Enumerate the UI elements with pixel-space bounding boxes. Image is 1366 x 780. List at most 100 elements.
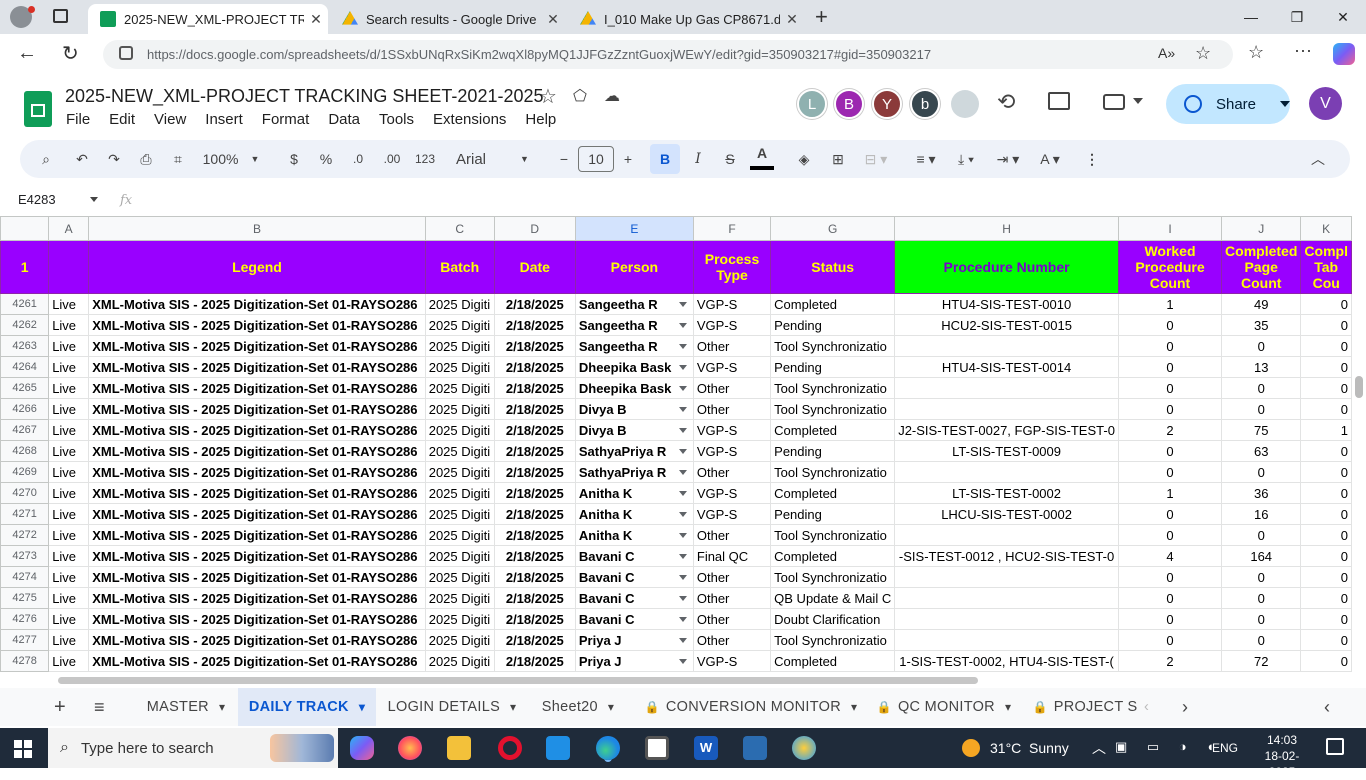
cell-b[interactable]: XML-Motiva SIS - 2025 Digitization-Set 0… (88, 461, 426, 483)
document-title[interactable]: 2025-NEW_XML-PROJECT TRACKING SHEET-2021… (65, 86, 544, 107)
cell-f[interactable]: Other (692, 608, 772, 630)
cell-i[interactable]: 1 (1117, 482, 1223, 504)
row-number[interactable]: 4269 (0, 461, 50, 483)
row-number[interactable]: 4263 (0, 335, 50, 357)
collapse-toolbar-icon[interactable]: ︿ (1306, 140, 1330, 178)
cell-a[interactable]: Live (48, 440, 90, 462)
new-tab-icon[interactable]: + (815, 4, 828, 30)
cell-c[interactable]: 2025 Digiti (424, 545, 495, 567)
mail-icon[interactable] (546, 736, 570, 760)
cell-d[interactable]: 2/18/2025 (493, 629, 576, 651)
cell-j[interactable]: 0 (1221, 461, 1302, 483)
share-dropdown-icon[interactable] (1280, 101, 1290, 107)
cell-i[interactable]: 0 (1117, 566, 1223, 588)
cell-c[interactable]: 2025 Digiti (424, 461, 495, 483)
cell-e[interactable]: Sangeetha R (574, 335, 694, 357)
cell-b[interactable]: XML-Motiva SIS - 2025 Digitization-Set 0… (88, 377, 426, 399)
cell-a[interactable]: Live (48, 650, 90, 672)
sheet-tab-menu-icon[interactable]: ▾ (608, 700, 614, 714)
cell-d[interactable]: 2/18/2025 (493, 293, 576, 315)
sheet-tab[interactable]: Sheet20 ▾ (530, 688, 626, 726)
row-number[interactable]: 4277 (0, 629, 50, 651)
cell-i[interactable]: 0 (1117, 524, 1223, 546)
cell-h[interactable]: LT-SIS-TEST-0002 (894, 482, 1119, 504)
back-icon[interactable]: ← (17, 42, 37, 65)
cell-h[interactable] (894, 608, 1119, 630)
cell-c[interactable]: 2025 Digiti (424, 335, 495, 357)
row-number[interactable]: 1 (0, 240, 50, 294)
cell-k[interactable]: 0 (1300, 629, 1352, 651)
cell-j[interactable]: 13 (1221, 356, 1302, 378)
cell-h[interactable]: 1-SIS-TEST-0002, HTU4-SIS-TEST-( (894, 650, 1119, 672)
cell-b[interactable]: XML-Motiva SIS - 2025 Digitization-Set 0… (88, 482, 426, 504)
row-number[interactable]: 4272 (0, 524, 50, 546)
header-cell[interactable]: Process Type (692, 240, 772, 294)
row-number[interactable]: 4274 (0, 566, 50, 588)
cell-j[interactable]: 0 (1221, 335, 1302, 357)
cell-j[interactable]: 0 (1221, 608, 1302, 630)
cell-g[interactable]: Tool Synchronizatio (770, 398, 896, 420)
horizontal-align-icon[interactable]: ≡ ▾ (908, 140, 944, 178)
cell-g[interactable]: QB Update & Mail C (770, 587, 896, 609)
cell-d[interactable]: 2/18/2025 (493, 482, 576, 504)
cell-k[interactable]: 0 (1300, 398, 1352, 420)
row-number[interactable]: 4266 (0, 398, 50, 420)
sheet-tab[interactable]: MASTER ▾ (136, 688, 236, 726)
cell-a[interactable]: Live (48, 524, 90, 546)
sheet-tab[interactable]: 🔒 PROJECT S (1030, 688, 1140, 726)
cell-h[interactable]: HCU2-SIS-TEST-0015 (894, 314, 1119, 336)
cell-a[interactable]: Live (48, 335, 90, 357)
cell-f[interactable]: VGP-S (692, 356, 772, 378)
more-tools-icon[interactable]: ⋮ (1082, 140, 1102, 178)
percent-format-button[interactable]: % (314, 140, 338, 178)
cell-b[interactable]: XML-Motiva SIS - 2025 Digitization-Set 0… (88, 629, 426, 651)
cell-d[interactable]: 2/18/2025 (493, 335, 576, 357)
cell-e[interactable]: SathyaPriya R (574, 461, 694, 483)
cell-f[interactable]: Other (692, 377, 772, 399)
cell-j[interactable]: 72 (1221, 650, 1302, 672)
column-header-e[interactable]: E (574, 216, 694, 241)
column-header-k[interactable]: K (1300, 216, 1352, 241)
opera-icon[interactable] (498, 736, 522, 760)
cell-k[interactable]: 1 (1300, 419, 1352, 441)
cell-e[interactable]: Anitha K (574, 524, 694, 546)
cell-h[interactable] (894, 629, 1119, 651)
column-header-c[interactable]: C (424, 216, 495, 241)
header-cell[interactable]: Worked Procedure Count (1117, 240, 1223, 294)
cell-g[interactable]: Completed (770, 482, 896, 504)
cell-g[interactable]: Tool Synchronizatio (770, 524, 896, 546)
taskbar-search-input[interactable]: ⌕ Type here to search (48, 728, 338, 768)
cell-j[interactable]: 75 (1221, 419, 1302, 441)
merge-cells-icon[interactable]: ⊟ ▾ (858, 140, 894, 178)
select-all-corner[interactable] (0, 216, 50, 241)
comments-icon[interactable] (1048, 92, 1070, 110)
cell-j[interactable]: 0 (1221, 398, 1302, 420)
font-size-input[interactable]: 10 (578, 146, 614, 172)
cell-i[interactable]: 0 (1117, 503, 1223, 525)
cell-e[interactable]: Anitha K (574, 503, 694, 525)
cell-e[interactable]: Dheepika Bask (574, 377, 694, 399)
text-rotation-icon[interactable]: A ▾ (1032, 140, 1068, 178)
menu-help[interactable]: Help (525, 111, 556, 128)
cell-f[interactable]: VGP-S (692, 419, 772, 441)
column-header-j[interactable]: J (1221, 216, 1302, 241)
cell-a[interactable]: Live (48, 566, 90, 588)
row-number[interactable]: 4278 (0, 650, 50, 672)
cell-d[interactable]: 2/18/2025 (493, 356, 576, 378)
cell-k[interactable]: 0 (1300, 566, 1352, 588)
cell-h[interactable] (894, 377, 1119, 399)
text-wrapping-icon[interactable]: ⇥ ▾ (990, 140, 1026, 178)
cell-i[interactable]: 4 (1117, 545, 1223, 567)
cell-k[interactable]: 0 (1300, 608, 1352, 630)
cell-k[interactable]: 0 (1300, 587, 1352, 609)
cell-e[interactable]: Divya B (574, 419, 694, 441)
cell-g[interactable]: Tool Synchronizatio (770, 629, 896, 651)
cell-i[interactable]: 0 (1117, 335, 1223, 357)
collaborator-avatar[interactable]: b (910, 89, 940, 119)
calculator-icon[interactable] (645, 736, 669, 760)
cell-g[interactable]: Tool Synchronizatio (770, 461, 896, 483)
cell-h[interactable] (894, 335, 1119, 357)
cell-h[interactable]: J2-SIS-TEST-0027, FGP-SIS-TEST-0 (894, 419, 1119, 441)
row-number[interactable]: 4275 (0, 587, 50, 609)
cell-f[interactable]: VGP-S (692, 440, 772, 462)
